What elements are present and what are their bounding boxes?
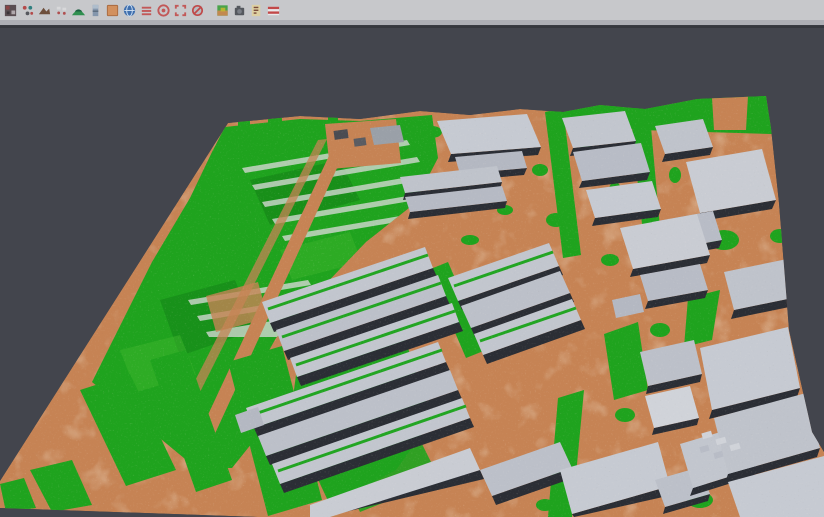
red-target-icon[interactable] [155, 1, 172, 19]
3d-viewport[interactable] [0, 0, 824, 517]
dark-points-tile-icon[interactable] [2, 1, 19, 19]
red-stripes-icon[interactable] [265, 1, 282, 19]
blue-column-icon[interactable] [87, 1, 104, 19]
toolbar [0, 0, 824, 20]
viewport-top-edge [0, 26, 824, 28]
scatter-points-icon[interactable] [19, 1, 36, 19]
orange-tile-icon[interactable] [104, 1, 121, 19]
dark-camera-icon[interactable] [231, 1, 248, 19]
red-brackets-icon[interactable] [172, 1, 189, 19]
blue-globe-icon[interactable] [121, 1, 138, 19]
red-circle-slash-icon[interactable] [189, 1, 206, 19]
toolbar-separator [206, 1, 214, 19]
sparse-dots-icon[interactable] [53, 1, 70, 19]
red-list-icon[interactable] [138, 1, 155, 19]
brown-terrain-icon[interactable] [36, 1, 53, 19]
tan-marker-icon[interactable] [248, 1, 265, 19]
classified-map-icon[interactable] [214, 1, 231, 19]
toolbar-lower-strip [0, 20, 824, 26]
green-hill-icon[interactable] [70, 1, 87, 19]
application-window [0, 0, 824, 517]
